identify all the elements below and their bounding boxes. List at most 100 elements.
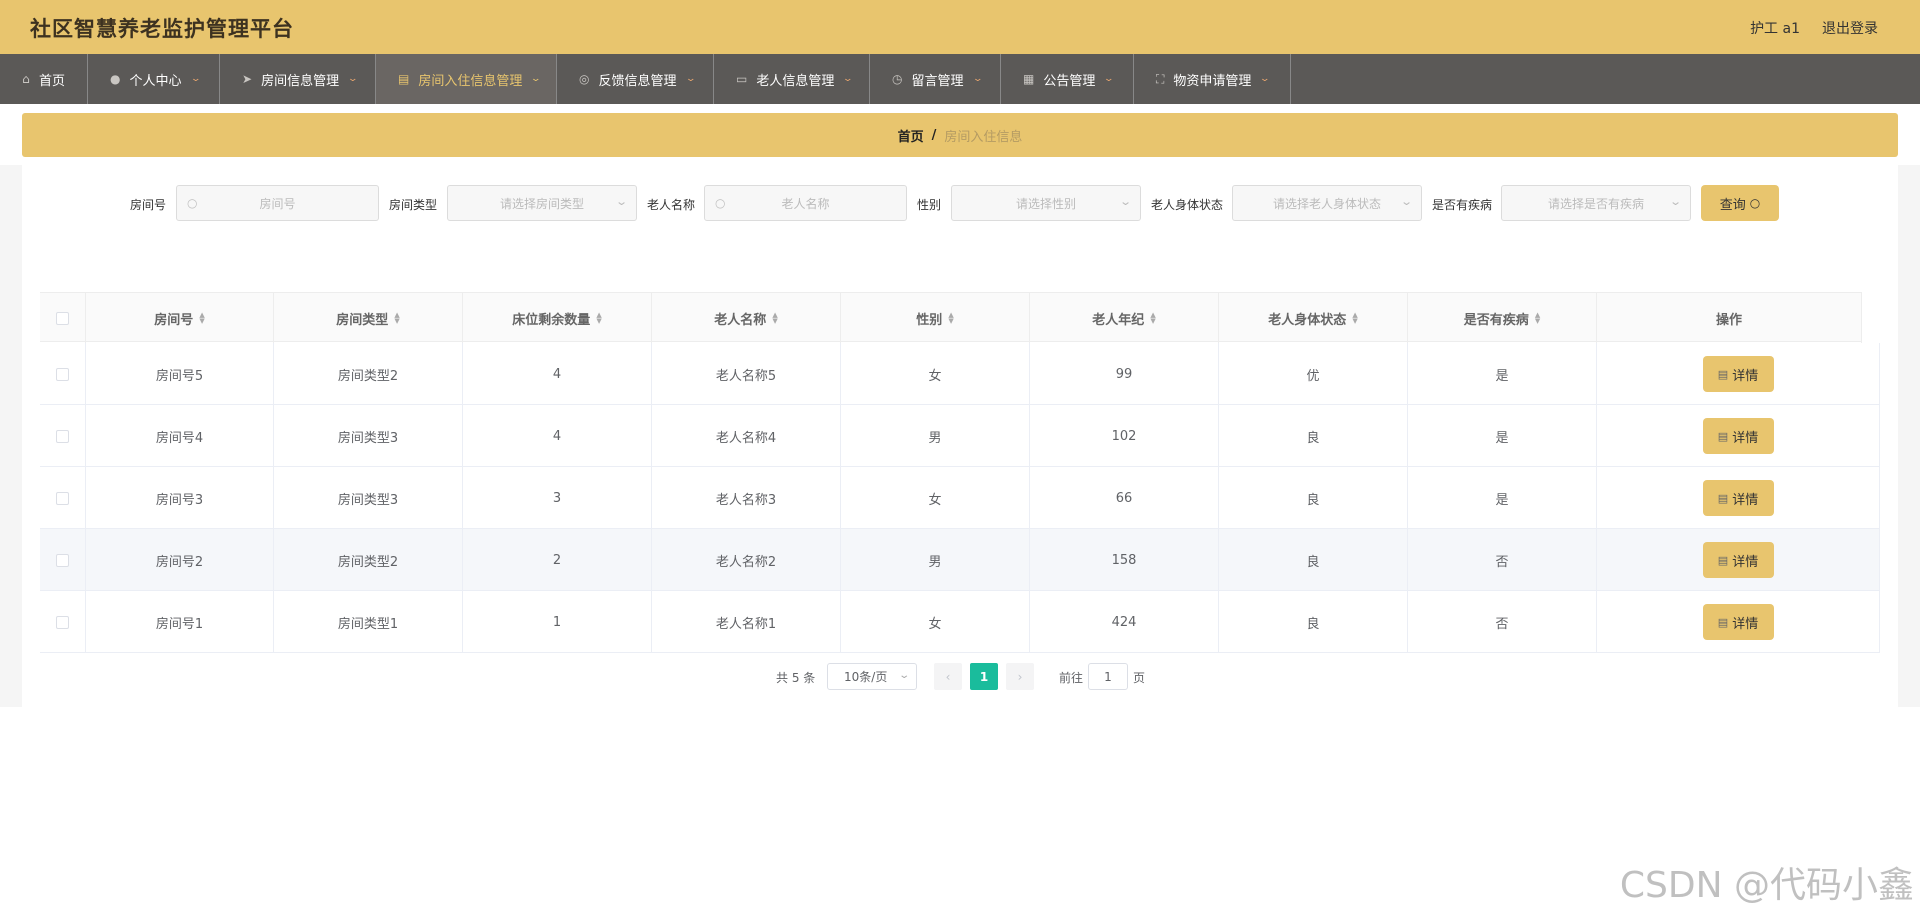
table-row[interactable]: 房间号4 房间类型3 4 老人名称4 男 102 良是 ▤ 详情 [40,405,1880,467]
action-cell: ▤ 详情 [1597,529,1880,591]
gender-label: 性别 [917,198,942,212]
breadcrumb-current: 房间入住信息 [944,129,1023,145]
chevron-down-icon: ⌄ [530,74,542,84]
table-cell: 老人名称1 [652,591,841,653]
column-header[interactable]: 老人年纪 ▲ ▼ [1030,293,1219,343]
table-row[interactable]: 房间号1 房间类型1 1 老人名称1 女 424 良否 ▤ 详情 [40,591,1880,653]
table-row[interactable]: 房间号3 房间类型3 3 老人名称3 女 66 良是 ▤ 详情 [40,467,1880,529]
elder-name-input[interactable]: ○ 老人名称 [704,185,907,221]
app-title: 社区智慧养老监护管理平台 [30,17,294,41]
sort-icon[interactable]: ▲ ▼ [1535,312,1540,325]
nav-item-6[interactable]: ◷ 留言管理 ⌄ [870,54,1001,104]
row-select-cell [40,405,86,467]
nav-item-label: 房间信息管理 [261,73,340,89]
logout-button[interactable]: 退出登录 [1822,18,1878,38]
table-cell: 是 [1408,405,1597,467]
message-icon: ▭ [736,72,748,86]
query-button[interactable]: 查询 ○ [1701,185,1779,221]
main-nav: ⌂ 首页 ● 个人中心 ⌄ ➤ 房间信息管理 ⌄ ▤ 房间入住信息管理 ⌄ ◎ 反馈信息管理 ⌄ ▭ 老人信息… [0,54,1920,104]
table-cell: 1 [463,591,652,653]
table-cell: 是 [1408,343,1597,405]
table-cell: 99 [1030,343,1219,405]
column-header-label: 老人名称 [714,312,767,328]
table-cell: 4 [463,405,652,467]
gender-select[interactable]: 请选择性别 ⌄ [951,185,1141,221]
nav-item-3[interactable]: ▤ 房间入住信息管理 ⌄ [376,54,557,104]
table-cell: 女 [841,591,1030,653]
elder-name-placeholder: 老人名称 [781,196,830,211]
action-cell: ▤ 详情 [1597,405,1880,467]
sort-icon[interactable]: ▲ ▼ [948,312,953,325]
chevron-down-icon: ⌄ [1118,195,1132,208]
nav-item-4[interactable]: ◎ 反馈信息管理 ⌄ [557,54,714,104]
table-cell: 女 [841,467,1030,529]
row-checkbox[interactable] [56,615,69,629]
select-all-checkbox[interactable] [56,311,69,325]
right-gutter [1898,165,1920,707]
grid-icon: ▦ [1023,72,1035,86]
nav-item-2[interactable]: ➤ 房间信息管理 ⌄ [220,54,376,104]
column-header-label: 房间类型 [336,312,389,328]
row-checkbox[interactable] [56,491,69,505]
page-size-select[interactable]: 10条/页 ⌄ [827,663,917,690]
disease-select[interactable]: 请选择是否有疾病 ⌄ [1501,185,1691,221]
sort-icon[interactable]: ▲ ▼ [199,312,204,325]
left-gutter [0,165,22,707]
column-header[interactable]: 老人身体状态 ▲ ▼ [1219,293,1408,343]
column-header-label: 老人年纪 [1092,312,1145,328]
chevron-down-icon: ⌄ [1668,195,1682,208]
room-type-select[interactable]: 请选择房间类型 ⌄ [447,185,637,221]
nav-item-7[interactable]: ▦ 公告管理 ⌄ [1001,54,1134,104]
document-icon: ▤ [1717,491,1729,505]
column-header[interactable]: 性别 ▲ ▼ [841,293,1030,343]
sort-icon[interactable]: ▲ ▼ [1352,312,1357,325]
table-row[interactable]: 房间号2 房间类型2 2 老人名称2 男 158 良否 ▤ 详情 [40,529,1880,591]
goto-page-input[interactable]: 1 [1088,663,1128,690]
room-type-label: 房间类型 [389,198,438,212]
nav-item-label: 房间入住信息管理 [418,73,523,89]
health-select[interactable]: 请选择老人身体状态 ⌄ [1232,185,1422,221]
chevron-down-icon: ⌄ [842,74,854,84]
detail-button[interactable]: ▤ 详情 [1702,542,1774,578]
detail-button[interactable]: ▤ 详情 [1702,480,1774,516]
nav-item-1[interactable]: ● 个人中心 ⌄ [88,54,220,104]
table-cell: 房间类型1 [274,591,463,653]
column-header[interactable]: 房间类型 ▲ ▼ [274,293,463,343]
sort-icon[interactable]: ▲ ▼ [1150,312,1155,325]
table-cell: 否 [1408,591,1597,653]
column-header[interactable]: 房间号 ▲ ▼ [86,293,274,343]
column-header[interactable]: 是否有疾病 ▲ ▼ [1408,293,1597,343]
row-checkbox[interactable] [56,429,69,443]
nav-item-0[interactable]: ⌂ 首页 [0,54,88,104]
column-header[interactable]: 老人名称 ▲ ▼ [652,293,841,343]
row-select-cell [40,529,86,591]
sort-icon[interactable]: ▲ ▼ [394,312,399,325]
detail-button[interactable]: ▤ 详情 [1702,418,1774,454]
pagination-total: 共 5 条 [776,671,816,685]
row-checkbox[interactable] [56,553,69,567]
table-cell: 424 [1030,591,1219,653]
table-row[interactable]: 房间号5 房间类型2 4 老人名称5 女 99 优是 ▤ 详情 [40,343,1880,405]
current-user[interactable]: 护工 a1 [1750,18,1800,38]
detail-button[interactable]: ▤ 详情 [1702,356,1774,392]
sort-icon[interactable]: ▲ ▼ [596,312,601,325]
next-page-button[interactable]: › [1006,663,1034,690]
table-cell: 158 [1030,529,1219,591]
breadcrumb-home[interactable]: 首页 [898,126,924,145]
action-cell: ▤ 详情 [1597,467,1880,529]
nav-item-5[interactable]: ▭ 老人信息管理 ⌄ [714,54,870,104]
sort-icon[interactable]: ▲ ▼ [772,312,777,325]
row-checkbox[interactable] [56,367,69,381]
main-panel: 房间号 ○ 房间号 房间类型 请选择房间类型 ⌄ 老人名称 ○ 老人名称 性别 … [22,165,1898,707]
table-cell: 房间号4 [86,405,274,467]
search-icon: ○ [1749,196,1761,210]
detail-button-label: 详情 [1732,492,1759,508]
page-number-current[interactable]: 1 [970,663,998,690]
column-header[interactable]: 床位剩余数量 ▲ ▼ [463,293,652,343]
prev-page-button[interactable]: ‹ [934,663,962,690]
detail-button[interactable]: ▤ 详情 [1702,604,1774,640]
room-no-input[interactable]: ○ 房间号 [176,185,379,221]
send-icon: ➤ [242,72,253,86]
nav-item-8[interactable]: ⛶ 物资申请管理 ⌄ [1134,54,1291,104]
disease-label: 是否有疾病 [1432,198,1493,212]
